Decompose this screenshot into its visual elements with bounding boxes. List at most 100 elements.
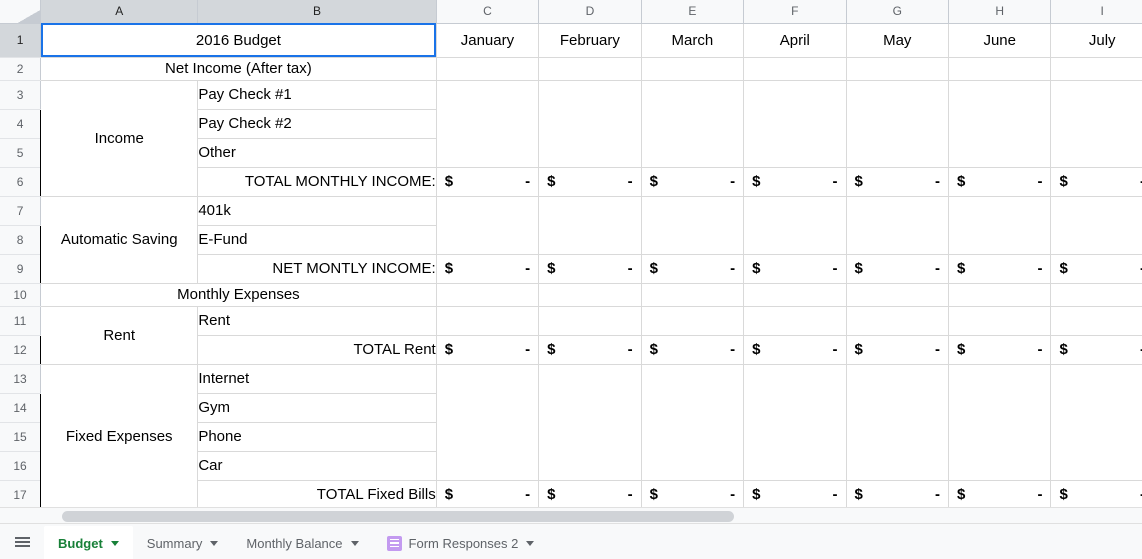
cell-i7-saving-value[interactable] <box>1050 196 1142 255</box>
column-header-b[interactable]: B <box>197 0 437 24</box>
cell-g12-total[interactable]: $ - <box>846 335 949 365</box>
sheet-grid[interactable]: A B C D E F G H I 1 2016 Budget January … <box>0 0 1142 507</box>
select-all-corner[interactable] <box>0 0 42 24</box>
cell-h9-total[interactable]: $ - <box>948 254 1052 284</box>
cell-h11-rent-value[interactable] <box>948 306 1052 336</box>
cell-b9-net-monthly-income-label[interactable]: NET MONTLY INCOME: <box>197 254 437 284</box>
cell-c17-total[interactable]: $ - <box>436 480 540 507</box>
row-header-8[interactable]: 8 <box>0 225 42 255</box>
cell-a11-group-rent[interactable]: Rent <box>40 306 199 365</box>
cell-g11-rent-value[interactable] <box>846 306 949 336</box>
cell-h2[interactable] <box>948 57 1052 81</box>
cell-e9-total[interactable]: $ - <box>641 254 745 284</box>
cell-a10-section-monthly-expenses[interactable]: Monthly Expenses <box>40 283 437 307</box>
column-header-d[interactable]: D <box>538 0 642 24</box>
cell-i2[interactable] <box>1050 57 1142 81</box>
cell-g2[interactable] <box>846 57 949 81</box>
sheet-tab-monthly-balance[interactable]: Monthly Balance <box>232 526 372 559</box>
cell-c6-total[interactable]: $ - <box>436 167 540 197</box>
cell-h7-saving-value[interactable] <box>948 196 1052 255</box>
cell-b5-other[interactable]: Other <box>197 138 437 168</box>
row-header-2[interactable]: 2 <box>0 57 42 81</box>
cell-e1-month[interactable]: March <box>641 22 745 58</box>
cell-d9-total[interactable]: $ - <box>538 254 642 284</box>
cell-f2[interactable] <box>743 57 847 81</box>
column-header-i[interactable]: I <box>1050 0 1142 24</box>
cell-a13-group-fixed-expenses[interactable]: Fixed Expenses <box>40 364 199 507</box>
chevron-down-icon[interactable] <box>210 540 219 546</box>
horizontal-scrollbar[interactable] <box>0 507 1142 524</box>
cell-g3-income-value[interactable] <box>846 80 949 168</box>
cell-f1-month[interactable]: April <box>743 22 847 58</box>
row-header-9[interactable]: 9 <box>0 254 42 284</box>
cell-d12-total[interactable]: $ - <box>538 335 642 365</box>
cell-i13-fixed-value[interactable] <box>1050 364 1142 481</box>
cell-f3-income-value[interactable] <box>743 80 847 168</box>
cell-g9-total[interactable]: $ - <box>846 254 949 284</box>
cell-g6-total[interactable]: $ - <box>846 167 949 197</box>
cell-a7-group-automatic-saving[interactable]: Automatic Saving <box>40 196 199 284</box>
cell-d17-total[interactable]: $ - <box>538 480 642 507</box>
cell-g13-fixed-value[interactable] <box>846 364 949 481</box>
horizontal-scrollbar-thumb[interactable] <box>62 511 734 522</box>
column-header-f[interactable]: F <box>743 0 847 24</box>
cell-e10[interactable] <box>641 283 745 307</box>
cell-h3-income-value[interactable] <box>948 80 1052 168</box>
row-header-14[interactable]: 14 <box>0 393 42 423</box>
row-header-11[interactable]: 11 <box>0 306 42 336</box>
cell-c11-rent-value[interactable] <box>436 306 540 336</box>
cell-b12-total-rent-label[interactable]: TOTAL Rent <box>197 335 437 365</box>
cell-e11-rent-value[interactable] <box>641 306 745 336</box>
cell-i3-income-value[interactable] <box>1050 80 1142 168</box>
chevron-down-icon[interactable] <box>526 540 535 546</box>
sheet-tab-summary[interactable]: Summary <box>133 526 233 559</box>
cell-c3-income-value[interactable] <box>436 80 540 168</box>
row-header-10[interactable]: 10 <box>0 283 42 307</box>
cell-g10[interactable] <box>846 283 949 307</box>
cell-f11-rent-value[interactable] <box>743 306 847 336</box>
cell-e3-income-value[interactable] <box>641 80 745 168</box>
cell-h6-total[interactable]: $ - <box>948 167 1052 197</box>
cell-e13-fixed-value[interactable] <box>641 364 745 481</box>
cell-i6-total[interactable]: $- <box>1050 167 1142 197</box>
cell-b3-paycheck1[interactable]: Pay Check #1 <box>197 80 437 110</box>
cell-d13-fixed-value[interactable] <box>538 364 642 481</box>
cell-c13-fixed-value[interactable] <box>436 364 540 481</box>
cell-d3-income-value[interactable] <box>538 80 642 168</box>
row-header-6[interactable]: 6 <box>0 167 42 197</box>
column-header-h[interactable]: H <box>948 0 1052 24</box>
cell-e17-total[interactable]: $ - <box>641 480 745 507</box>
cell-a1-title[interactable]: 2016 Budget <box>40 22 437 58</box>
cell-h13-fixed-value[interactable] <box>948 364 1052 481</box>
cell-b15-phone[interactable]: Phone <box>197 422 437 452</box>
cell-b16-car[interactable]: Car <box>197 451 437 481</box>
cell-f12-total[interactable]: $ - <box>743 335 847 365</box>
cell-e7-saving-value[interactable] <box>641 196 745 255</box>
cell-f9-total[interactable]: $ - <box>743 254 847 284</box>
column-header-c[interactable]: C <box>436 0 540 24</box>
cell-e2[interactable] <box>641 57 745 81</box>
row-header-7[interactable]: 7 <box>0 196 42 226</box>
cell-i9-total[interactable]: $- <box>1050 254 1142 284</box>
cell-e12-total[interactable]: $ - <box>641 335 745 365</box>
cell-d7-saving-value[interactable] <box>538 196 642 255</box>
column-header-g[interactable]: G <box>846 0 949 24</box>
cell-b4-paycheck2[interactable]: Pay Check #2 <box>197 109 437 139</box>
cell-h10[interactable] <box>948 283 1052 307</box>
sheet-tab-budget[interactable]: Budget <box>44 526 133 559</box>
cell-i17-total[interactable]: $- <box>1050 480 1142 507</box>
cell-c9-total[interactable]: $ - <box>436 254 540 284</box>
cell-c12-total[interactable]: $ - <box>436 335 540 365</box>
chevron-down-icon[interactable] <box>350 540 359 546</box>
row-header-1[interactable]: 1 <box>0 23 42 58</box>
row-header-5[interactable]: 5 <box>0 138 42 168</box>
cell-f17-total[interactable]: $ - <box>743 480 847 507</box>
cell-i11-rent-value[interactable] <box>1050 306 1142 336</box>
cell-e6-total[interactable]: $ - <box>641 167 745 197</box>
row-header-12[interactable]: 12 <box>0 335 42 365</box>
cell-c10[interactable] <box>436 283 540 307</box>
cell-c1-month[interactable]: January <box>436 22 540 58</box>
cell-f13-fixed-value[interactable] <box>743 364 847 481</box>
cell-f6-total[interactable]: $ - <box>743 167 847 197</box>
cell-b11-rent[interactable]: Rent <box>197 306 437 336</box>
